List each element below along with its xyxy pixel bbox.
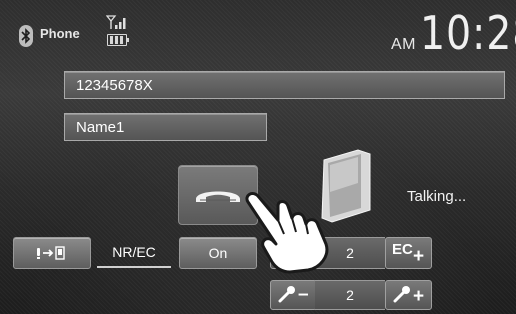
mic-increase-button[interactable]: + [385, 280, 432, 310]
battery-icon [107, 34, 129, 46]
clock-ampm: AM [391, 36, 416, 53]
signal-strength-icon [106, 15, 126, 29]
minus-icon: – [298, 284, 309, 305]
microphone-icon [278, 286, 295, 303]
call-status-text: Talking... [407, 188, 467, 205]
ec-label: EC [392, 241, 413, 258]
clock-time: 10:28 [420, 6, 516, 60]
plus-icon: + [413, 286, 425, 307]
mic-level-display: 2 [315, 280, 385, 310]
switch-to-phone-button[interactable] [13, 237, 91, 269]
nr-ec-label: NR/EC [112, 244, 156, 260]
bluetooth-icon [19, 25, 33, 47]
mic-decrease-button[interactable]: – [270, 280, 317, 310]
phone-number-text: 12345678X [76, 77, 153, 94]
nr-ec-underline [97, 266, 171, 268]
phone-handset-icon [196, 191, 240, 202]
phone-number-field: 12345678X [64, 71, 505, 99]
switch-to-phone-icon [37, 246, 65, 260]
pointing-hand-icon [245, 192, 329, 274]
microphone-icon [393, 286, 410, 303]
echo-increase-button[interactable]: EC + [385, 237, 432, 269]
caller-name-field: Name1 [64, 113, 267, 141]
phone-screen: Phone AM 10:28 12345678X Name1 Talking..… [0, 0, 516, 314]
plus-icon: + [413, 246, 425, 267]
caller-name-text: Name1 [76, 119, 125, 136]
mic-level-value: 2 [346, 287, 354, 303]
source-label: Phone [40, 26, 80, 41]
